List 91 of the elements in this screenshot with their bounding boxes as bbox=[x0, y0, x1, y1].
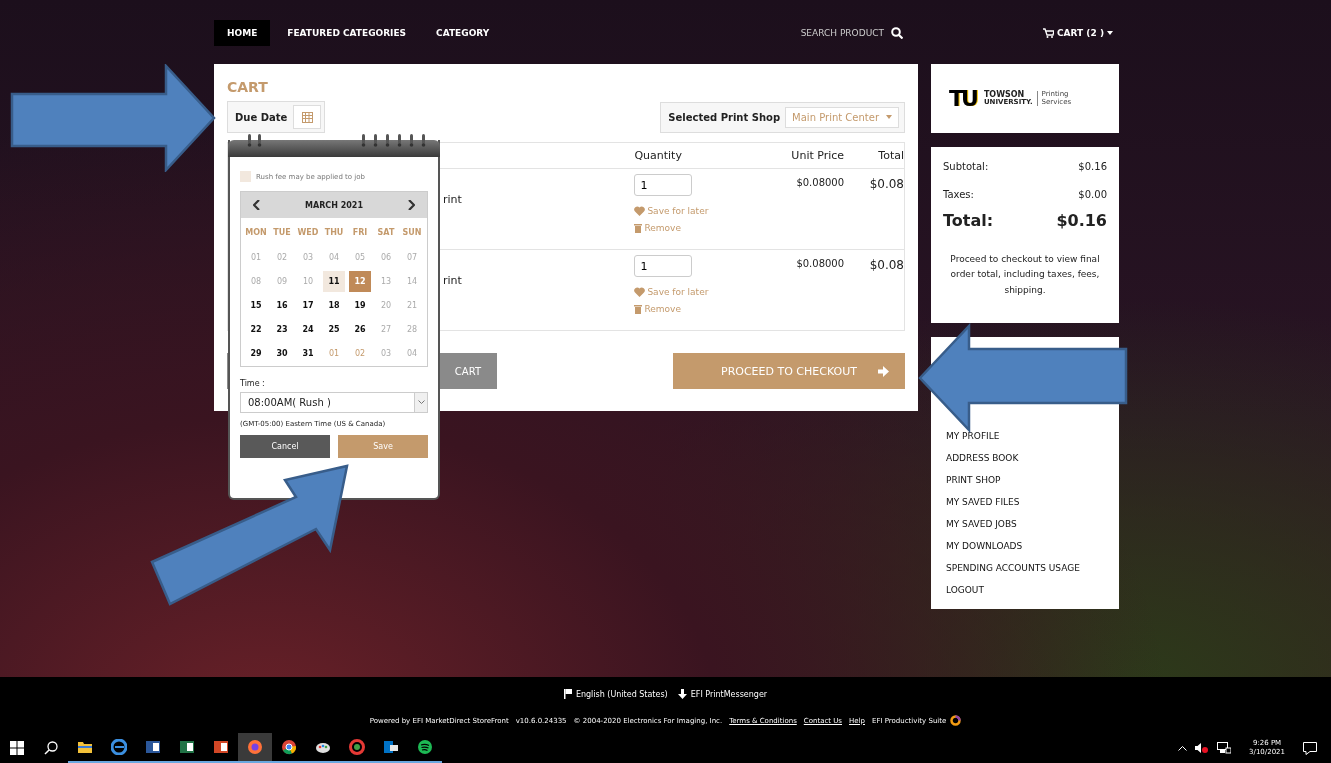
chevron-left-icon bbox=[253, 200, 260, 210]
calendar-day[interactable]: 16 bbox=[271, 295, 293, 316]
due-date-field[interactable]: Due Date bbox=[227, 101, 326, 133]
weekday-label: SAT bbox=[376, 227, 396, 239]
weekday-label: MON bbox=[244, 227, 268, 239]
spreadsheet-icon bbox=[179, 739, 195, 755]
calendar-day[interactable]: 26 bbox=[349, 319, 371, 340]
menu-link[interactable]: MY DOWNLOADS bbox=[946, 541, 1104, 551]
legend-swatch bbox=[240, 171, 251, 182]
notification-icon bbox=[1303, 741, 1317, 755]
column-header: Total bbox=[877, 149, 904, 162]
nav-link[interactable]: HOME bbox=[214, 20, 271, 46]
summary-label: Total: bbox=[943, 211, 994, 230]
weekday-label: SUN bbox=[401, 227, 423, 239]
heart-icon bbox=[634, 287, 646, 297]
chevron-right-icon bbox=[408, 200, 415, 210]
menu-link[interactable]: ADDRESS BOOK bbox=[946, 453, 1104, 463]
summary-label: Taxes: bbox=[943, 189, 974, 200]
summary-value: $0.00 bbox=[1078, 189, 1107, 200]
weekday-label: WED bbox=[296, 227, 320, 239]
summary-value: $0.16 bbox=[1078, 161, 1107, 172]
calendar-day[interactable]: 15 bbox=[245, 295, 267, 316]
search-label[interactable]: SEARCH PRODUCT bbox=[800, 28, 884, 38]
ring-logo-icon bbox=[950, 715, 962, 726]
print-shop-label: Selected Print Shop bbox=[668, 111, 781, 123]
unit-price: $0.08000 bbox=[795, 176, 845, 190]
folder-icon bbox=[77, 739, 93, 755]
caret-icon bbox=[1107, 31, 1113, 35]
download-icon bbox=[677, 689, 687, 699]
menu-link[interactable]: LOGOUT bbox=[946, 585, 1104, 595]
cart-icon bbox=[1043, 28, 1054, 38]
cancel-button[interactable]: Cancel bbox=[240, 435, 330, 458]
menu-link[interactable]: SPENDING ACCOUNTS USAGE bbox=[946, 563, 1104, 573]
speaker-muted-icon bbox=[1195, 742, 1210, 754]
row-total: $0.08 bbox=[868, 257, 904, 274]
heart-icon bbox=[634, 206, 646, 216]
windows-icon bbox=[10, 741, 24, 755]
calendar-day[interactable]: 23 bbox=[271, 319, 293, 340]
calendar-day[interactable]: 24 bbox=[297, 319, 319, 340]
flag-icon bbox=[563, 689, 572, 699]
column-header: Quantity bbox=[634, 149, 683, 162]
calendar-day[interactable]: 29 bbox=[245, 343, 267, 364]
checkout-note: Proceed to checkout to view final order total, including taxes, fees, shipping. bbox=[949, 253, 1101, 297]
calendar-day[interactable]: 18 bbox=[323, 295, 345, 316]
summary-label: Subtotal: bbox=[943, 161, 989, 172]
network-icon bbox=[1217, 742, 1232, 754]
search-icon bbox=[44, 741, 58, 755]
language-link[interactable]: English (United States) bbox=[563, 689, 668, 699]
chevron-up-icon bbox=[1178, 745, 1188, 751]
month-title: MARCH 2021 bbox=[305, 200, 363, 210]
menu-link[interactable]: MY PROFILE bbox=[946, 431, 1104, 441]
nav-link[interactable]: FEATURED CATEGORIES bbox=[274, 20, 420, 46]
download-link[interactable]: EFI PrintMessenger bbox=[677, 689, 768, 699]
weekday-label: TUE bbox=[272, 227, 292, 239]
product-name: rint bbox=[443, 193, 463, 206]
arrow-right-icon bbox=[878, 365, 889, 377]
calendar-day[interactable]: 19 bbox=[349, 295, 371, 316]
calendar-icon bbox=[301, 111, 313, 123]
calendar-day[interactable]: 25 bbox=[323, 319, 345, 340]
calendar-day[interactable]: 31 bbox=[297, 343, 319, 364]
trash-icon bbox=[634, 223, 643, 233]
calendar-day[interactable]: 17 bbox=[297, 295, 319, 316]
calendar-day[interactable]: 22 bbox=[245, 319, 267, 340]
calendar-day[interactable]: 11 bbox=[323, 271, 345, 292]
row-total: $0.08 bbox=[868, 176, 904, 193]
calendar-day[interactable]: 30 bbox=[271, 343, 293, 364]
unit-price: $0.08000 bbox=[795, 257, 845, 271]
caret-icon bbox=[417, 400, 425, 405]
menu-link[interactable]: PRINT SHOP bbox=[946, 475, 1104, 485]
cart-link[interactable]: CART (2 ) bbox=[1043, 28, 1113, 38]
menu-link[interactable]: MY SAVED JOBS bbox=[946, 519, 1104, 529]
summary-value: $0.16 bbox=[1056, 211, 1107, 230]
trash-icon bbox=[634, 304, 643, 314]
globe-icon bbox=[111, 739, 127, 755]
page-title: CART bbox=[227, 79, 269, 95]
quantity-field[interactable]: 1 bbox=[634, 174, 693, 196]
quantity-field[interactable]: 1 bbox=[634, 255, 693, 277]
search-icon bbox=[891, 27, 903, 39]
caret-icon bbox=[886, 115, 892, 119]
time-dropdown[interactable]: 08:00AM( Rush ) bbox=[240, 392, 428, 413]
time-label: Time : bbox=[240, 379, 266, 388]
product-name: rint bbox=[443, 274, 463, 287]
music-app-icon bbox=[417, 739, 433, 755]
weekday-label: THU bbox=[323, 227, 345, 239]
presentation-icon bbox=[213, 739, 229, 755]
browser-ball-icon bbox=[281, 739, 297, 755]
document-icon bbox=[145, 739, 161, 755]
column-header: Unit Price bbox=[790, 149, 845, 162]
menu-link[interactable]: MY SAVED FILES bbox=[946, 497, 1104, 507]
weekday-label: FRI bbox=[351, 227, 369, 239]
nav-link[interactable]: CATEGORY bbox=[423, 20, 503, 46]
